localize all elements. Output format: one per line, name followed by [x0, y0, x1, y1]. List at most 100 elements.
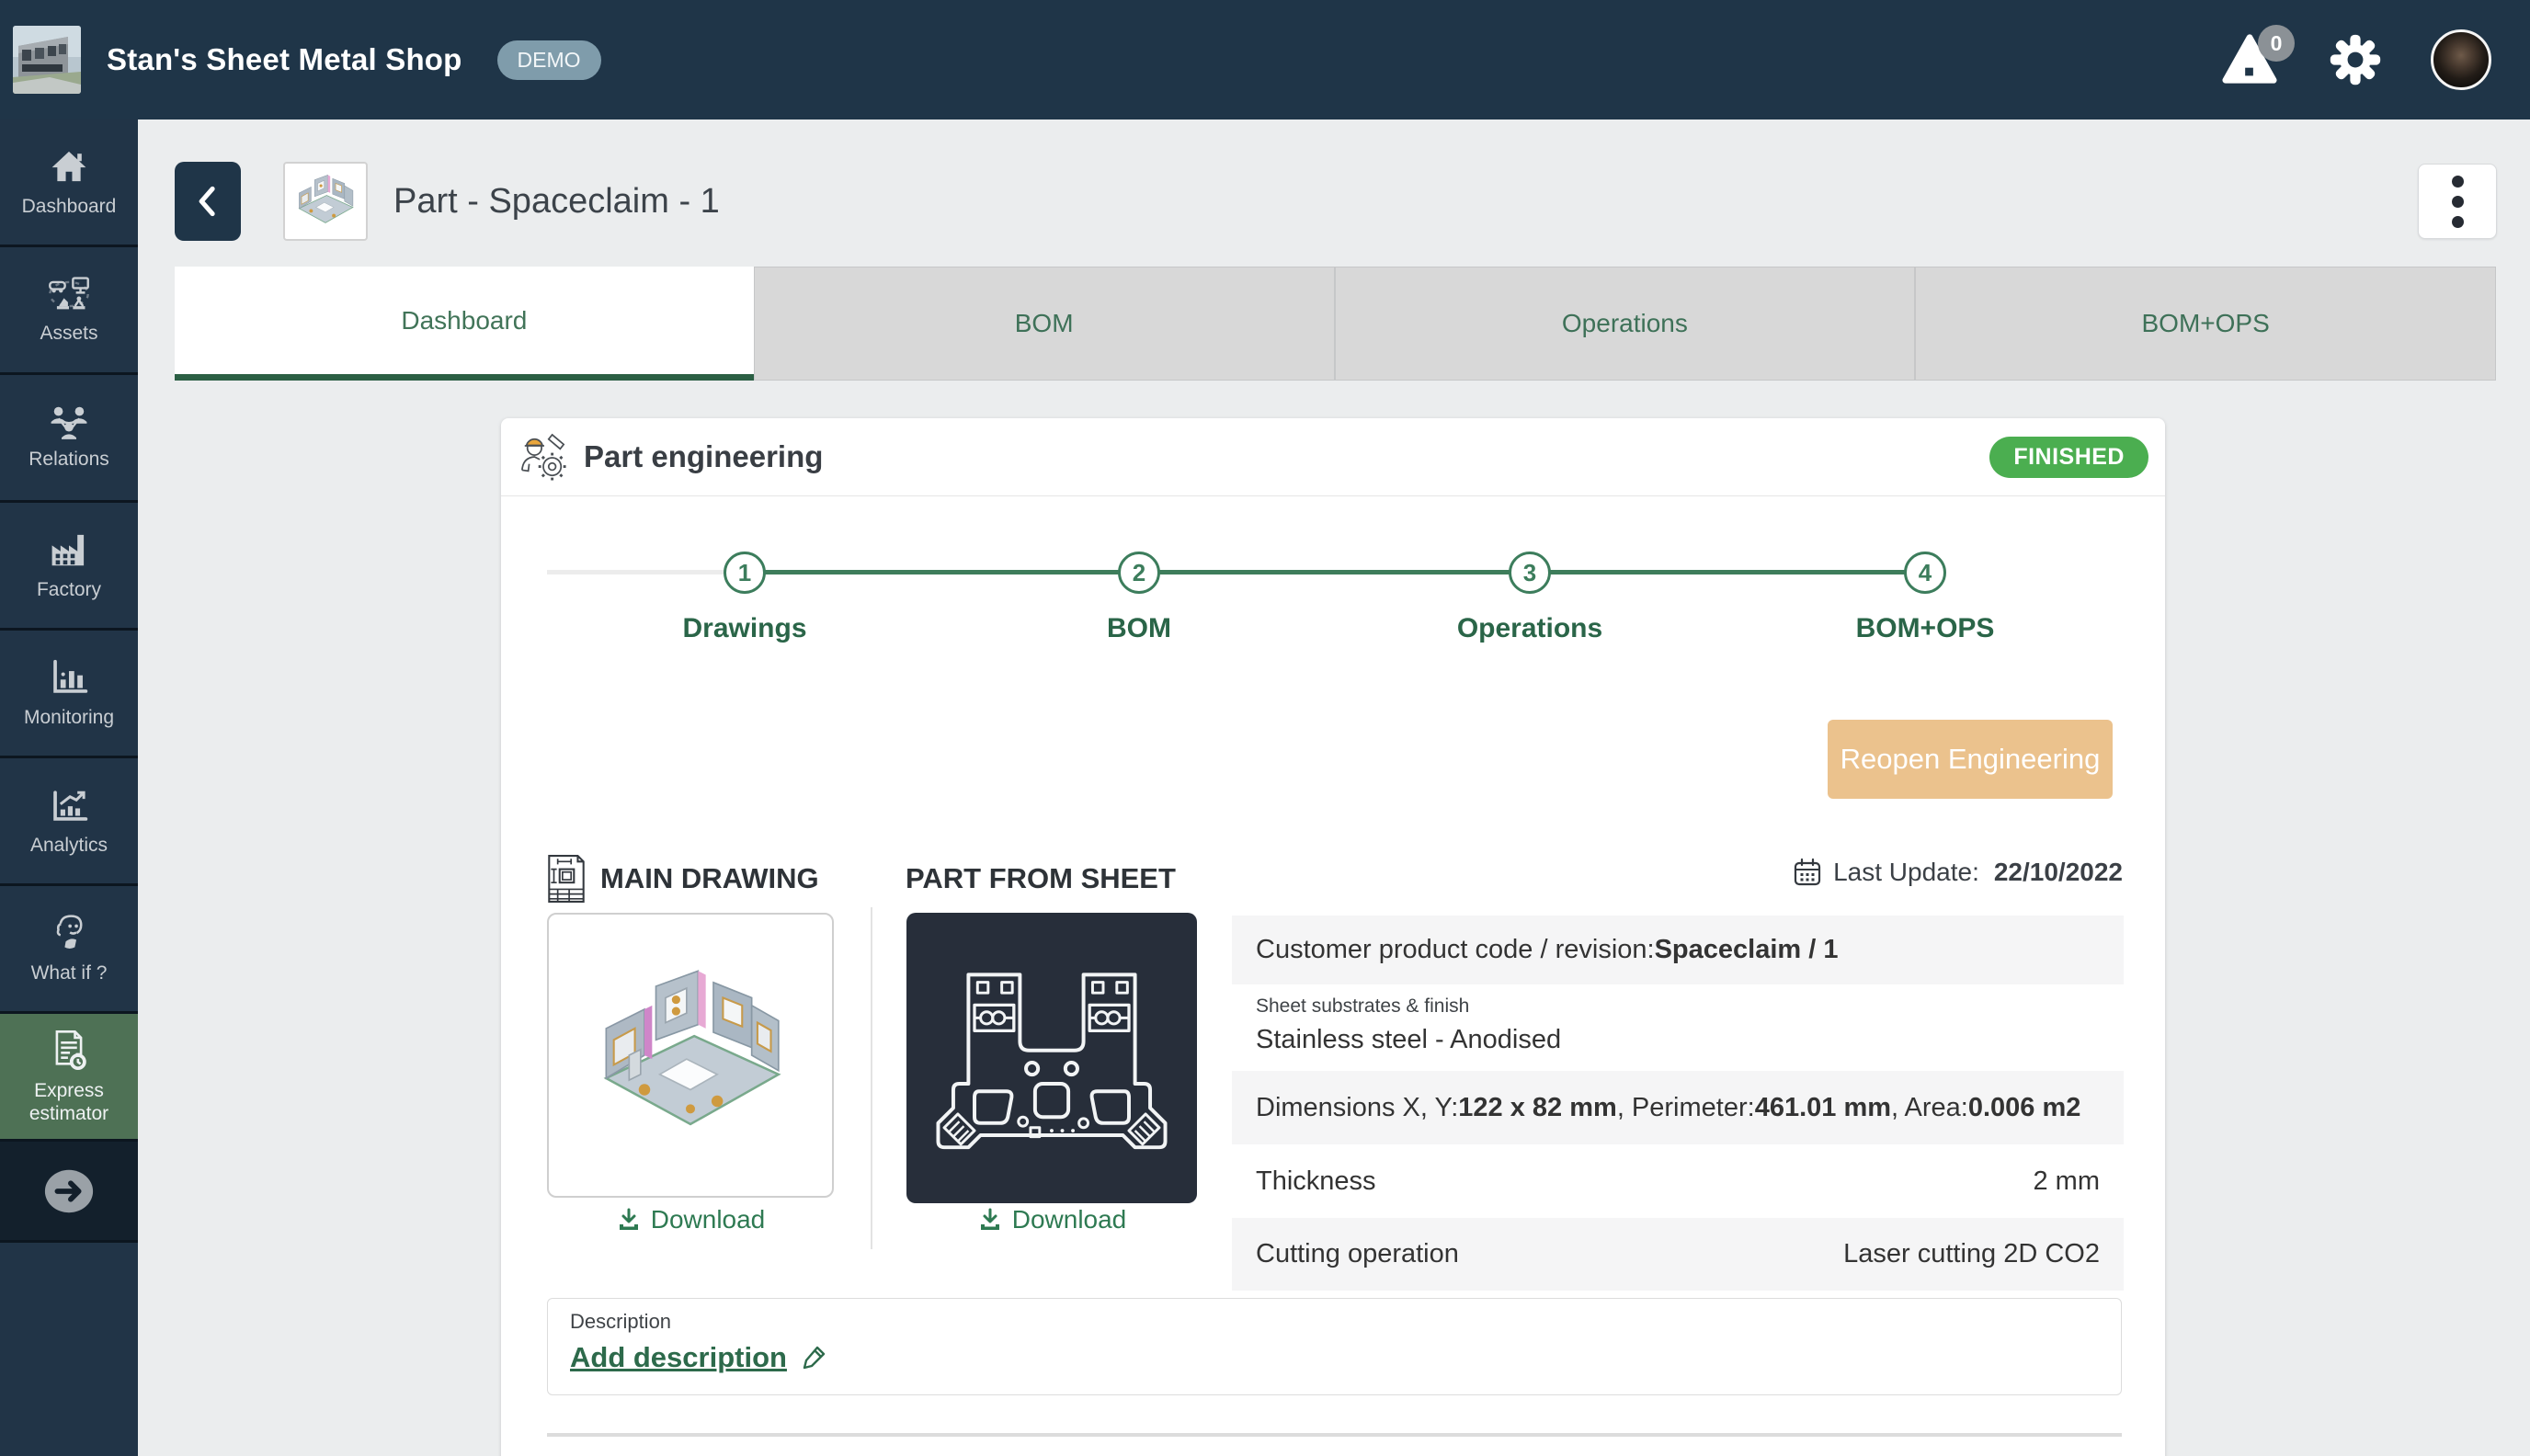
cad-model-image: [603, 970, 781, 1126]
notification-count-badge: 0: [2258, 25, 2295, 62]
tab-bom-ops[interactable]: BOM+OPS: [1915, 267, 2496, 381]
download-sheet-part-link[interactable]: Download: [906, 1205, 1197, 1234]
home-icon: [48, 145, 90, 188]
cad-model-small: [298, 175, 354, 223]
add-description-link[interactable]: Add description: [570, 1341, 827, 1374]
sidebar-item-what-if[interactable]: What if ?: [0, 886, 138, 1014]
card-header: Part engineering FINISHED: [501, 418, 2165, 496]
column-divider: [871, 907, 872, 1249]
tab-bar: Dashboard BOM Operations BOM+OPS: [175, 267, 2496, 381]
arrow-right-icon: [40, 1165, 98, 1218]
demo-badge: DEMO: [496, 40, 601, 80]
sidebar-item-factory[interactable]: Factory: [0, 503, 138, 631]
step-label-drawings: Drawings: [682, 613, 807, 643]
calendar-icon: [1793, 858, 1822, 887]
analytics-chart-icon: [48, 784, 90, 826]
sidebar-item-label: Relations: [28, 449, 109, 471]
sidebar-item-label: Express estimator: [28, 1080, 109, 1124]
last-update-date: 22/10/2022: [1993, 858, 2123, 886]
part-from-sheet-heading: PART FROM SHEET: [906, 862, 1176, 894]
building-photo: [13, 26, 81, 94]
thinking-person-icon: [48, 912, 90, 954]
description-section: Description Add description: [547, 1298, 2122, 1395]
step-circle-2: 2: [1118, 552, 1160, 594]
main-drawing-heading: MAIN DRAWING: [545, 850, 819, 907]
gear-icon: [2328, 32, 2383, 87]
section-divider: [547, 1433, 2122, 1437]
sidebar-item-monitoring[interactable]: Monitoring: [0, 631, 138, 758]
download-main-drawing-link[interactable]: Download: [547, 1205, 834, 1234]
sidebar-item-analytics[interactable]: Analytics: [0, 758, 138, 886]
sidebar-item-label: Monitoring: [23, 707, 115, 729]
cutting-operation-row: Cutting operation Laser cutting 2D CO2: [1232, 1218, 2124, 1291]
download-icon: [616, 1207, 642, 1233]
substrate-row: Sheet substrates & finish Stainless stee…: [1232, 984, 2124, 1071]
sidebar-item-dashboard[interactable]: Dashboard: [0, 119, 138, 247]
bar-chart-icon: [48, 656, 90, 699]
sidebar-item-label: What if ?: [30, 962, 108, 984]
settings-button[interactable]: [2328, 32, 2383, 87]
perimeter-value: 461.01 mm: [1754, 1092, 1892, 1122]
step-label-bom-ops: BOM+OPS: [1855, 613, 1995, 643]
chevron-left-icon: [192, 182, 223, 221]
stepper-line: [745, 570, 1925, 574]
estimator-document-icon: [49, 1028, 89, 1072]
tab-dashboard[interactable]: Dashboard: [175, 267, 754, 381]
step-circle-3: 3: [1509, 552, 1551, 594]
topbar: Stan's Sheet Metal Shop DEMO 0: [0, 0, 2530, 119]
sidebar-filler: [0, 1243, 138, 1355]
assets-icon: [47, 274, 91, 314]
step-circle-4: 4: [1904, 552, 1946, 594]
cutting-operation-value: Laser cutting 2D CO2: [1843, 1239, 2100, 1268]
dimensions-row: Dimensions X, Y: 122 x 82 mm , Perimeter…: [1232, 1071, 2124, 1144]
customer-code-value: Spaceclaim / 1: [1654, 935, 1839, 964]
area-value: 0.006 m2: [1967, 1092, 2081, 1122]
thickness-row: Thickness 2 mm: [1256, 1166, 2101, 1196]
sidebar-collapse-toggle[interactable]: [0, 1142, 138, 1243]
sidebar-item-assets[interactable]: Assets: [0, 247, 138, 375]
more-options-button[interactable]: [2418, 164, 2497, 239]
engineer-icon: [519, 432, 567, 482]
last-update: Last Update: 22/10/2022: [1793, 858, 2123, 887]
app-title: Stan's Sheet Metal Shop: [107, 42, 462, 76]
step-label-operations: Operations: [1456, 613, 1603, 643]
topbar-actions: 0: [2221, 25, 2491, 90]
sidebar-item-label: Assets: [40, 323, 98, 345]
user-avatar[interactable]: [2431, 29, 2491, 90]
part-details: Customer product code / revision: Spacec…: [1232, 916, 2124, 1291]
company-logo: [13, 26, 81, 94]
main-drawing-preview[interactable]: [547, 913, 834, 1198]
dimensions-value: 122 x 82 mm: [1458, 1092, 1617, 1122]
card-title: Part engineering: [584, 439, 824, 473]
page-title: Part - Spaceclaim - 1: [393, 181, 720, 221]
thickness-value: 2 mm: [2033, 1166, 2101, 1196]
app-root: Stan's Sheet Metal Shop DEMO 0 Dashboard…: [0, 0, 2530, 1456]
sheet-part-image: [936, 973, 1168, 1150]
tab-operations[interactable]: Operations: [1334, 267, 1916, 381]
sheet-part-preview[interactable]: [906, 913, 1197, 1203]
sidebar-item-express-estimator[interactable]: Express estimator: [0, 1014, 138, 1142]
part-engineering-card: Part engineering FINISHED 1 2 3 4 Drawin…: [501, 418, 2165, 1456]
substrate-value: Stainless steel - Anodised: [1256, 1025, 1562, 1054]
stepper-line-inactive: [547, 570, 745, 574]
technical-drawing-icon: [545, 854, 587, 904]
step-label-bom: BOM: [1107, 613, 1171, 643]
step-circle-1: 1: [724, 552, 766, 594]
kebab-dot: [2451, 175, 2464, 188]
sidebar-item-label: Dashboard: [21, 196, 117, 218]
sidebar-item-label: Factory: [36, 579, 101, 601]
part-thumbnail[interactable]: [283, 162, 368, 241]
back-button[interactable]: [175, 162, 241, 241]
reopen-engineering-button[interactable]: Reopen Engineering: [1828, 720, 2113, 799]
status-badge: FINISHED: [1989, 436, 2148, 478]
people-network-icon: [47, 404, 91, 440]
notifications-button[interactable]: 0: [2221, 25, 2295, 87]
sidebar-item-label: Analytics: [29, 835, 108, 857]
download-icon: [977, 1207, 1003, 1233]
customer-code-row: Customer product code / revision: Spacec…: [1232, 916, 2124, 984]
pencil-icon: [800, 1344, 827, 1371]
sidebar: Dashboard Assets Relations Factory Monit…: [0, 119, 138, 1456]
tab-bom[interactable]: BOM: [753, 267, 1335, 381]
description-label: Description: [570, 1310, 672, 1333]
sidebar-item-relations[interactable]: Relations: [0, 375, 138, 503]
